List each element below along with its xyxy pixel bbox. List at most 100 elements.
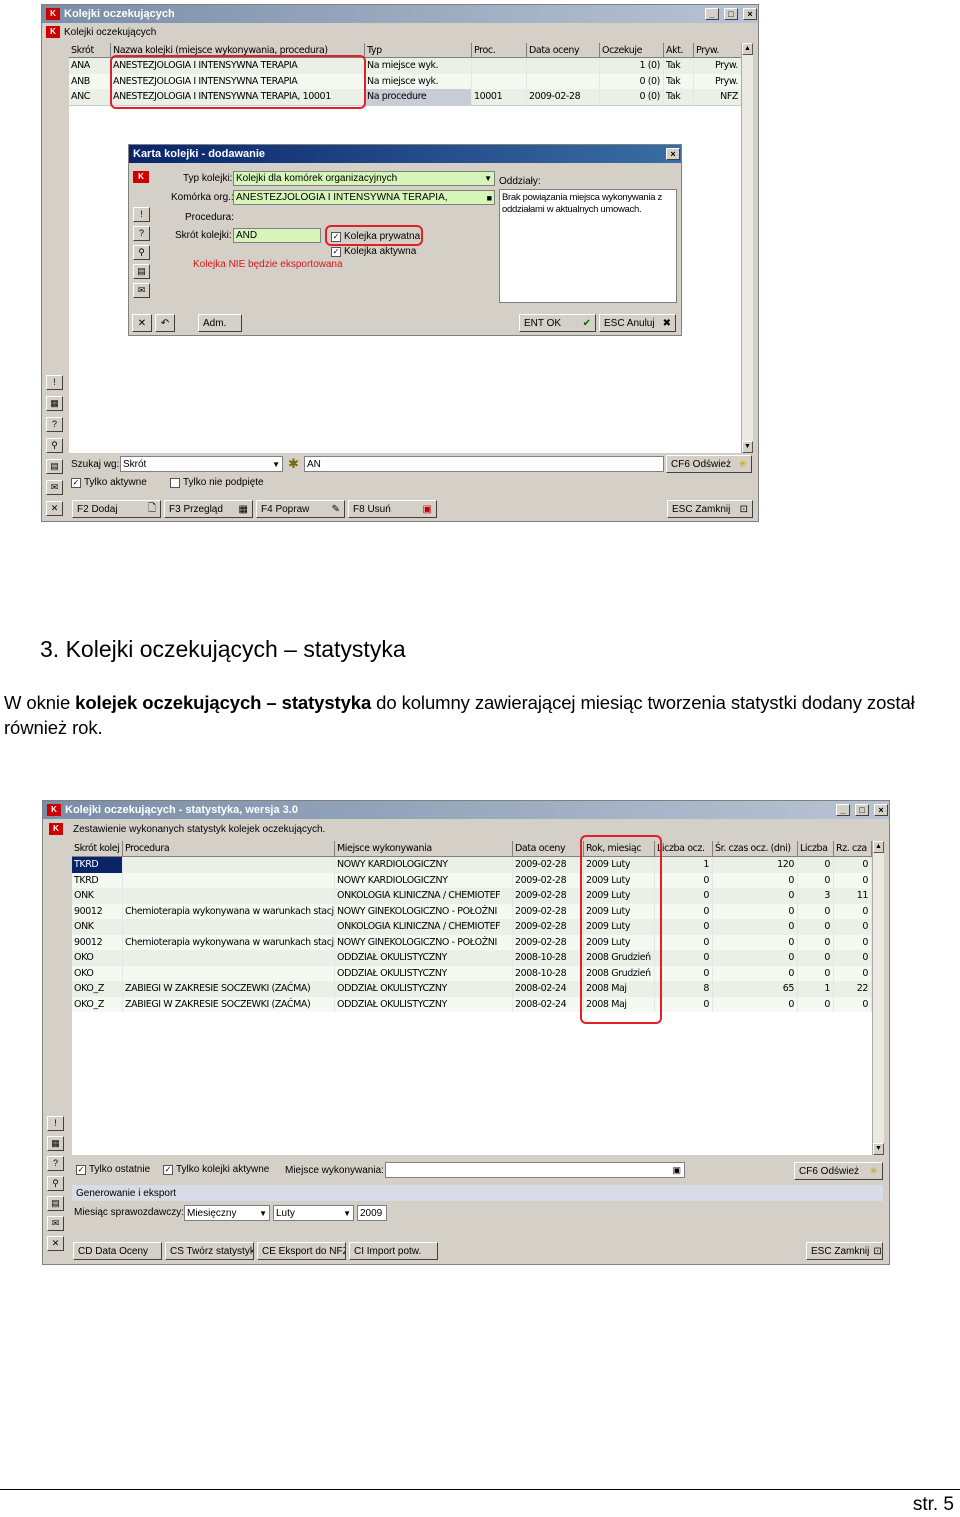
column-header[interactable]: Śr. czas ocz. (dni) xyxy=(713,841,798,856)
table-row[interactable]: 90012 Chemioterapia wykonywana w warunka… xyxy=(72,934,872,950)
edit-button[interactable]: F4 Popraw ✎ xyxy=(256,500,345,518)
search-icon[interactable]: ⚲ xyxy=(46,438,63,453)
create-statistics-button[interactable]: CS Twórz statystyki xyxy=(165,1242,254,1260)
help-icon[interactable]: ? xyxy=(133,226,150,241)
only-last-checkbox[interactable]: ✓ Tylko ostatnie xyxy=(76,1164,150,1175)
close-icon[interactable]: × xyxy=(874,804,888,816)
table-row[interactable]: 90012 Chemioterapia wykonywana w warunka… xyxy=(72,903,872,919)
column-header[interactable]: Typ xyxy=(365,43,472,57)
search-icon[interactable]: ⚲ xyxy=(133,245,150,260)
close-icon[interactable]: × xyxy=(666,148,680,160)
table-cell: ZABIEGI W ZAKRESIE SOCZEWKI (ZAĆMA) xyxy=(123,996,335,1012)
table-row[interactable]: OKO ODDZIAŁ OKULISTYCZNY 2008-10-28 2008… xyxy=(72,950,872,966)
cell-field[interactable]: ANESTEZJOLOGIA I INTENSYWNA TERAPIA, ■ xyxy=(233,190,495,205)
table-row[interactable]: TKRD NOWY KARDIOLOGICZNY 2009-02-28 2009… xyxy=(72,857,872,873)
window-subtitle: Zestawienie wykonanych statystyk kolejek… xyxy=(73,823,326,835)
table-row[interactable]: ONK ONKOLOGIA KLINICZNA / CHEMIOTEF 2009… xyxy=(72,919,872,935)
close-x-button[interactable]: ✕ xyxy=(132,314,152,332)
year-input[interactable]: 2009 xyxy=(357,1205,387,1221)
refresh-button[interactable]: CF6 Odśwież ✳ xyxy=(794,1162,883,1180)
preview-button[interactable]: F3 Przegląd ▦ xyxy=(164,500,253,518)
cancel-button[interactable]: ESC Anuluj ✖ xyxy=(599,314,676,332)
mail-icon[interactable]: ✉ xyxy=(46,480,63,495)
table-cell: 0 xyxy=(655,950,713,966)
adm-button[interactable]: Adm. xyxy=(198,314,242,332)
only-active-checkbox[interactable]: ✓ Tylko aktywne xyxy=(71,477,147,488)
mail-icon[interactable]: ✉ xyxy=(133,283,150,298)
vertical-scrollbar[interactable]: ▲ ▼ xyxy=(741,43,753,453)
scroll-up-icon[interactable]: ▲ xyxy=(873,841,884,853)
close-x-icon[interactable]: ✕ xyxy=(46,501,63,516)
column-header[interactable]: Skrót kolej xyxy=(72,841,123,856)
calculator-icon[interactable]: ▦ xyxy=(47,1136,64,1151)
table-row[interactable]: OKO_Z ZABIEGI W ZAKRESIE SOCZEWKI (ZAĆMA… xyxy=(72,996,872,1012)
only-active-queues-checkbox[interactable]: ✓ Tylko kolejki aktywne xyxy=(163,1164,269,1175)
table-row[interactable]: TKRD NOWY KARDIOLOGICZNY 2009-02-28 2009… xyxy=(72,872,872,888)
column-header[interactable]: Data oceny xyxy=(527,43,600,57)
info-icon[interactable]: ! xyxy=(47,1116,64,1131)
delete-button[interactable]: F8 Usuń ▣ xyxy=(348,500,437,518)
scroll-down-icon[interactable]: ▼ xyxy=(873,1143,884,1155)
table-row[interactable]: OKO ODDZIAŁ OKULISTYCZNY 2008-10-28 2008… xyxy=(72,965,872,981)
minimize-icon[interactable]: _ xyxy=(705,8,719,20)
table-cell: Pryw. xyxy=(694,58,742,74)
column-header[interactable]: Proc. xyxy=(472,43,527,57)
refresh-button[interactable]: CF6 Odśwież ✳ xyxy=(666,455,752,473)
add-button[interactable]: F2 Dodaj 🗋 xyxy=(72,500,161,518)
period-select[interactable]: Miesięczny ▼ xyxy=(184,1205,270,1221)
active-checkbox[interactable]: ✓ Kolejka aktywna xyxy=(331,246,416,257)
column-header[interactable]: Procedura xyxy=(123,841,335,856)
column-header[interactable]: Rz. cza xyxy=(834,841,872,856)
export-nfz-button[interactable]: CE Eksport do NFZ xyxy=(257,1242,346,1260)
ok-button[interactable]: ENT OK ✔ xyxy=(519,314,596,332)
close-label: ESC Zamknij xyxy=(811,1245,870,1257)
column-header[interactable]: Miejsce wykonywania xyxy=(335,841,513,856)
window-subtitle-bar: K Kolejki oczekujących xyxy=(42,24,758,40)
table-row[interactable]: OKO_Z ZABIEGI W ZAKRESIE SOCZEWKI (ZAĆMA… xyxy=(72,981,872,997)
search-by-select[interactable]: Skrót ▼ xyxy=(120,456,283,472)
print-icon[interactable]: ▤ xyxy=(133,264,150,279)
column-header[interactable]: Data oceny xyxy=(513,841,584,856)
info-icon[interactable]: ! xyxy=(46,375,63,390)
column-header[interactable]: Pryw. xyxy=(694,43,742,57)
search-icon[interactable]: ⚲ xyxy=(47,1176,64,1191)
maximize-icon[interactable]: □ xyxy=(855,804,869,816)
calculator-icon[interactable]: ▦ xyxy=(46,396,63,411)
print-icon[interactable]: ▤ xyxy=(46,459,63,474)
back-button[interactable]: ↶ xyxy=(155,314,175,332)
table-cell: 0 xyxy=(713,919,798,935)
rating-date-button[interactable]: CD Data Oceny xyxy=(73,1242,162,1260)
scroll-down-icon[interactable]: ▼ xyxy=(742,441,753,453)
search-input[interactable]: AN xyxy=(304,456,664,472)
close-button[interactable]: ESC Zamknij ⊡ xyxy=(667,500,753,518)
type-select[interactable]: Kolejki dla komórek organizacyjnych ▼ xyxy=(233,171,495,186)
help-icon[interactable]: ? xyxy=(47,1156,64,1171)
info-icon[interactable]: ! xyxy=(133,207,150,222)
minimize-icon[interactable]: _ xyxy=(836,804,850,816)
month-select[interactable]: Luty ▼ xyxy=(273,1205,354,1221)
close-icon[interactable]: × xyxy=(743,8,757,20)
column-header[interactable]: Oczekuje xyxy=(600,43,664,57)
short-input[interactable]: AND xyxy=(233,228,321,243)
scroll-up-icon[interactable]: ▲ xyxy=(742,43,753,55)
table-row[interactable]: ONK ONKOLOGIA KLINICZNA / CHEMIOTEF 2009… xyxy=(72,888,872,904)
mail-icon[interactable]: ✉ xyxy=(47,1216,64,1231)
import-confirm-button[interactable]: CI Import potw. xyxy=(349,1242,438,1260)
close-x-icon[interactable]: ✕ xyxy=(47,1236,64,1251)
column-header[interactable]: Liczba ocz. xyxy=(655,841,713,856)
settings-icon[interactable]: ✱ xyxy=(288,456,299,472)
vertical-scrollbar[interactable]: ▲ ▼ xyxy=(872,841,884,1155)
column-header[interactable]: Akt. xyxy=(664,43,694,57)
only-unsigned-checkbox[interactable]: Tylko nie podpięte xyxy=(170,477,264,488)
table-cell: Chemioterapia wykonywana w warunkach sta… xyxy=(123,934,335,950)
table-cell: ONK xyxy=(72,888,123,904)
close-button[interactable]: ESC Zamknij ⊡ xyxy=(806,1242,883,1260)
table-cell: NOWY KARDIOLOGICZNY xyxy=(335,857,513,873)
column-header[interactable]: Liczba xyxy=(798,841,834,856)
print-icon[interactable]: ▤ xyxy=(47,1196,64,1211)
help-icon[interactable]: ? xyxy=(46,417,63,432)
table-cell: 2009-02-28 xyxy=(513,872,584,888)
maximize-icon[interactable]: □ xyxy=(724,8,738,20)
column-header[interactable]: Skrót xyxy=(69,43,111,57)
place-field[interactable]: ▣ xyxy=(385,1162,685,1178)
